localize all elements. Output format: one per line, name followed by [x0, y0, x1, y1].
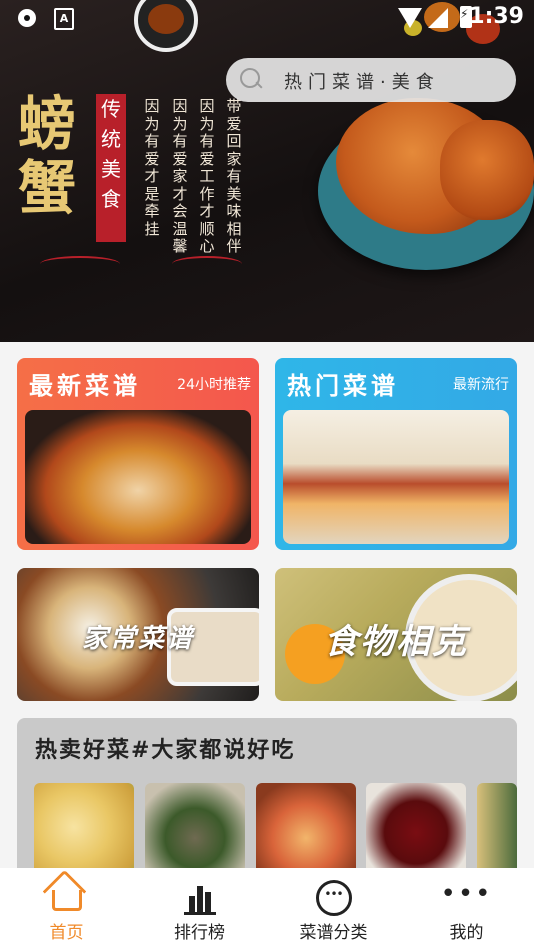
ornament: [172, 256, 242, 272]
banner-text-column: 因为有爱家才会温馨: [172, 97, 188, 255]
recipe-photo: [25, 410, 251, 544]
home-cooking-card[interactable]: 家常菜谱: [17, 568, 259, 701]
dish-thumbnail[interactable]: [256, 783, 356, 878]
badge-char: 美: [101, 157, 121, 181]
hot-dishes-section: 热卖好菜#大家都说好吃: [17, 718, 517, 878]
food-conflicts-card[interactable]: 食物相克: [275, 568, 517, 701]
badge-char: 统: [101, 127, 121, 151]
home-icon: [51, 890, 82, 911]
card-header: 热门菜谱 最新流行: [275, 358, 517, 410]
latest-recipes-card[interactable]: 最新菜谱 24小时推荐: [17, 358, 259, 550]
section-title: 热卖好菜#大家都说好吃: [35, 737, 296, 763]
crab-image-2: [440, 120, 534, 220]
banner-text-column: 因为有爱工作才顺心: [199, 97, 215, 255]
bar-chart-icon: [183, 882, 216, 915]
notification-icon: [18, 9, 36, 27]
dish-thumbnail[interactable]: [145, 783, 245, 878]
nav-label: 菜谱分类: [299, 923, 368, 943]
nav-ranking[interactable]: 排行榜: [133, 868, 266, 950]
nav-categories[interactable]: 菜谱分类: [267, 868, 400, 950]
category-icon: [315, 880, 352, 916]
card-subtitle: 24小时推荐: [177, 377, 251, 393]
nav-home[interactable]: 首页: [0, 868, 133, 950]
hot-recipes-card[interactable]: 热门菜谱 最新流行: [275, 358, 517, 550]
font-a-icon: A: [54, 8, 74, 30]
card-title: 食物相克: [324, 622, 468, 662]
badge-char: 传: [101, 97, 121, 121]
bottom-nav: 首页 排行榜 菜谱分类 ••• 我的: [0, 868, 534, 950]
recipe-photo: [283, 410, 509, 544]
ornament: [40, 256, 120, 272]
search-icon: [240, 68, 260, 88]
search-placeholder: 热门菜谱·美食: [284, 72, 440, 93]
banner-text-column: 带爱回家有美味相伴: [226, 97, 242, 255]
card-title: 家常菜谱: [81, 624, 194, 654]
status-bar: A 1:39: [0, 0, 534, 36]
card-subtitle: 最新流行: [453, 377, 509, 393]
nav-label: 首页: [49, 923, 84, 943]
badge-char: 食: [101, 187, 121, 211]
nav-mine[interactable]: ••• 我的: [400, 868, 533, 950]
status-time: 1:39: [469, 4, 524, 29]
dish-thumbnail[interactable]: [366, 783, 466, 878]
dish-thumbnail[interactable]: [34, 783, 134, 878]
banner-title: 螃蟹: [18, 90, 77, 222]
nav-label: 我的: [449, 923, 484, 943]
card-title: 热门菜谱: [287, 371, 399, 400]
card-header: 最新菜谱 24小时推荐: [17, 358, 259, 410]
card-title: 最新菜谱: [29, 371, 141, 400]
wifi-icon: [398, 8, 422, 28]
signal-icon: [428, 8, 448, 28]
banner-badge: 传 统 美 食: [96, 94, 126, 242]
banner-text-column: 因为有爱才是牵挂: [144, 97, 160, 238]
search-bar[interactable]: 热门菜谱·美食: [226, 58, 516, 102]
banner[interactable]: 螃蟹 传 统 美 食 因为有爱才是牵挂 因为有爱家才会温馨 因为有爱工作才顺心 …: [0, 0, 534, 342]
dish-thumbnail[interactable]: [477, 783, 517, 878]
nav-label: 排行榜: [174, 923, 225, 943]
